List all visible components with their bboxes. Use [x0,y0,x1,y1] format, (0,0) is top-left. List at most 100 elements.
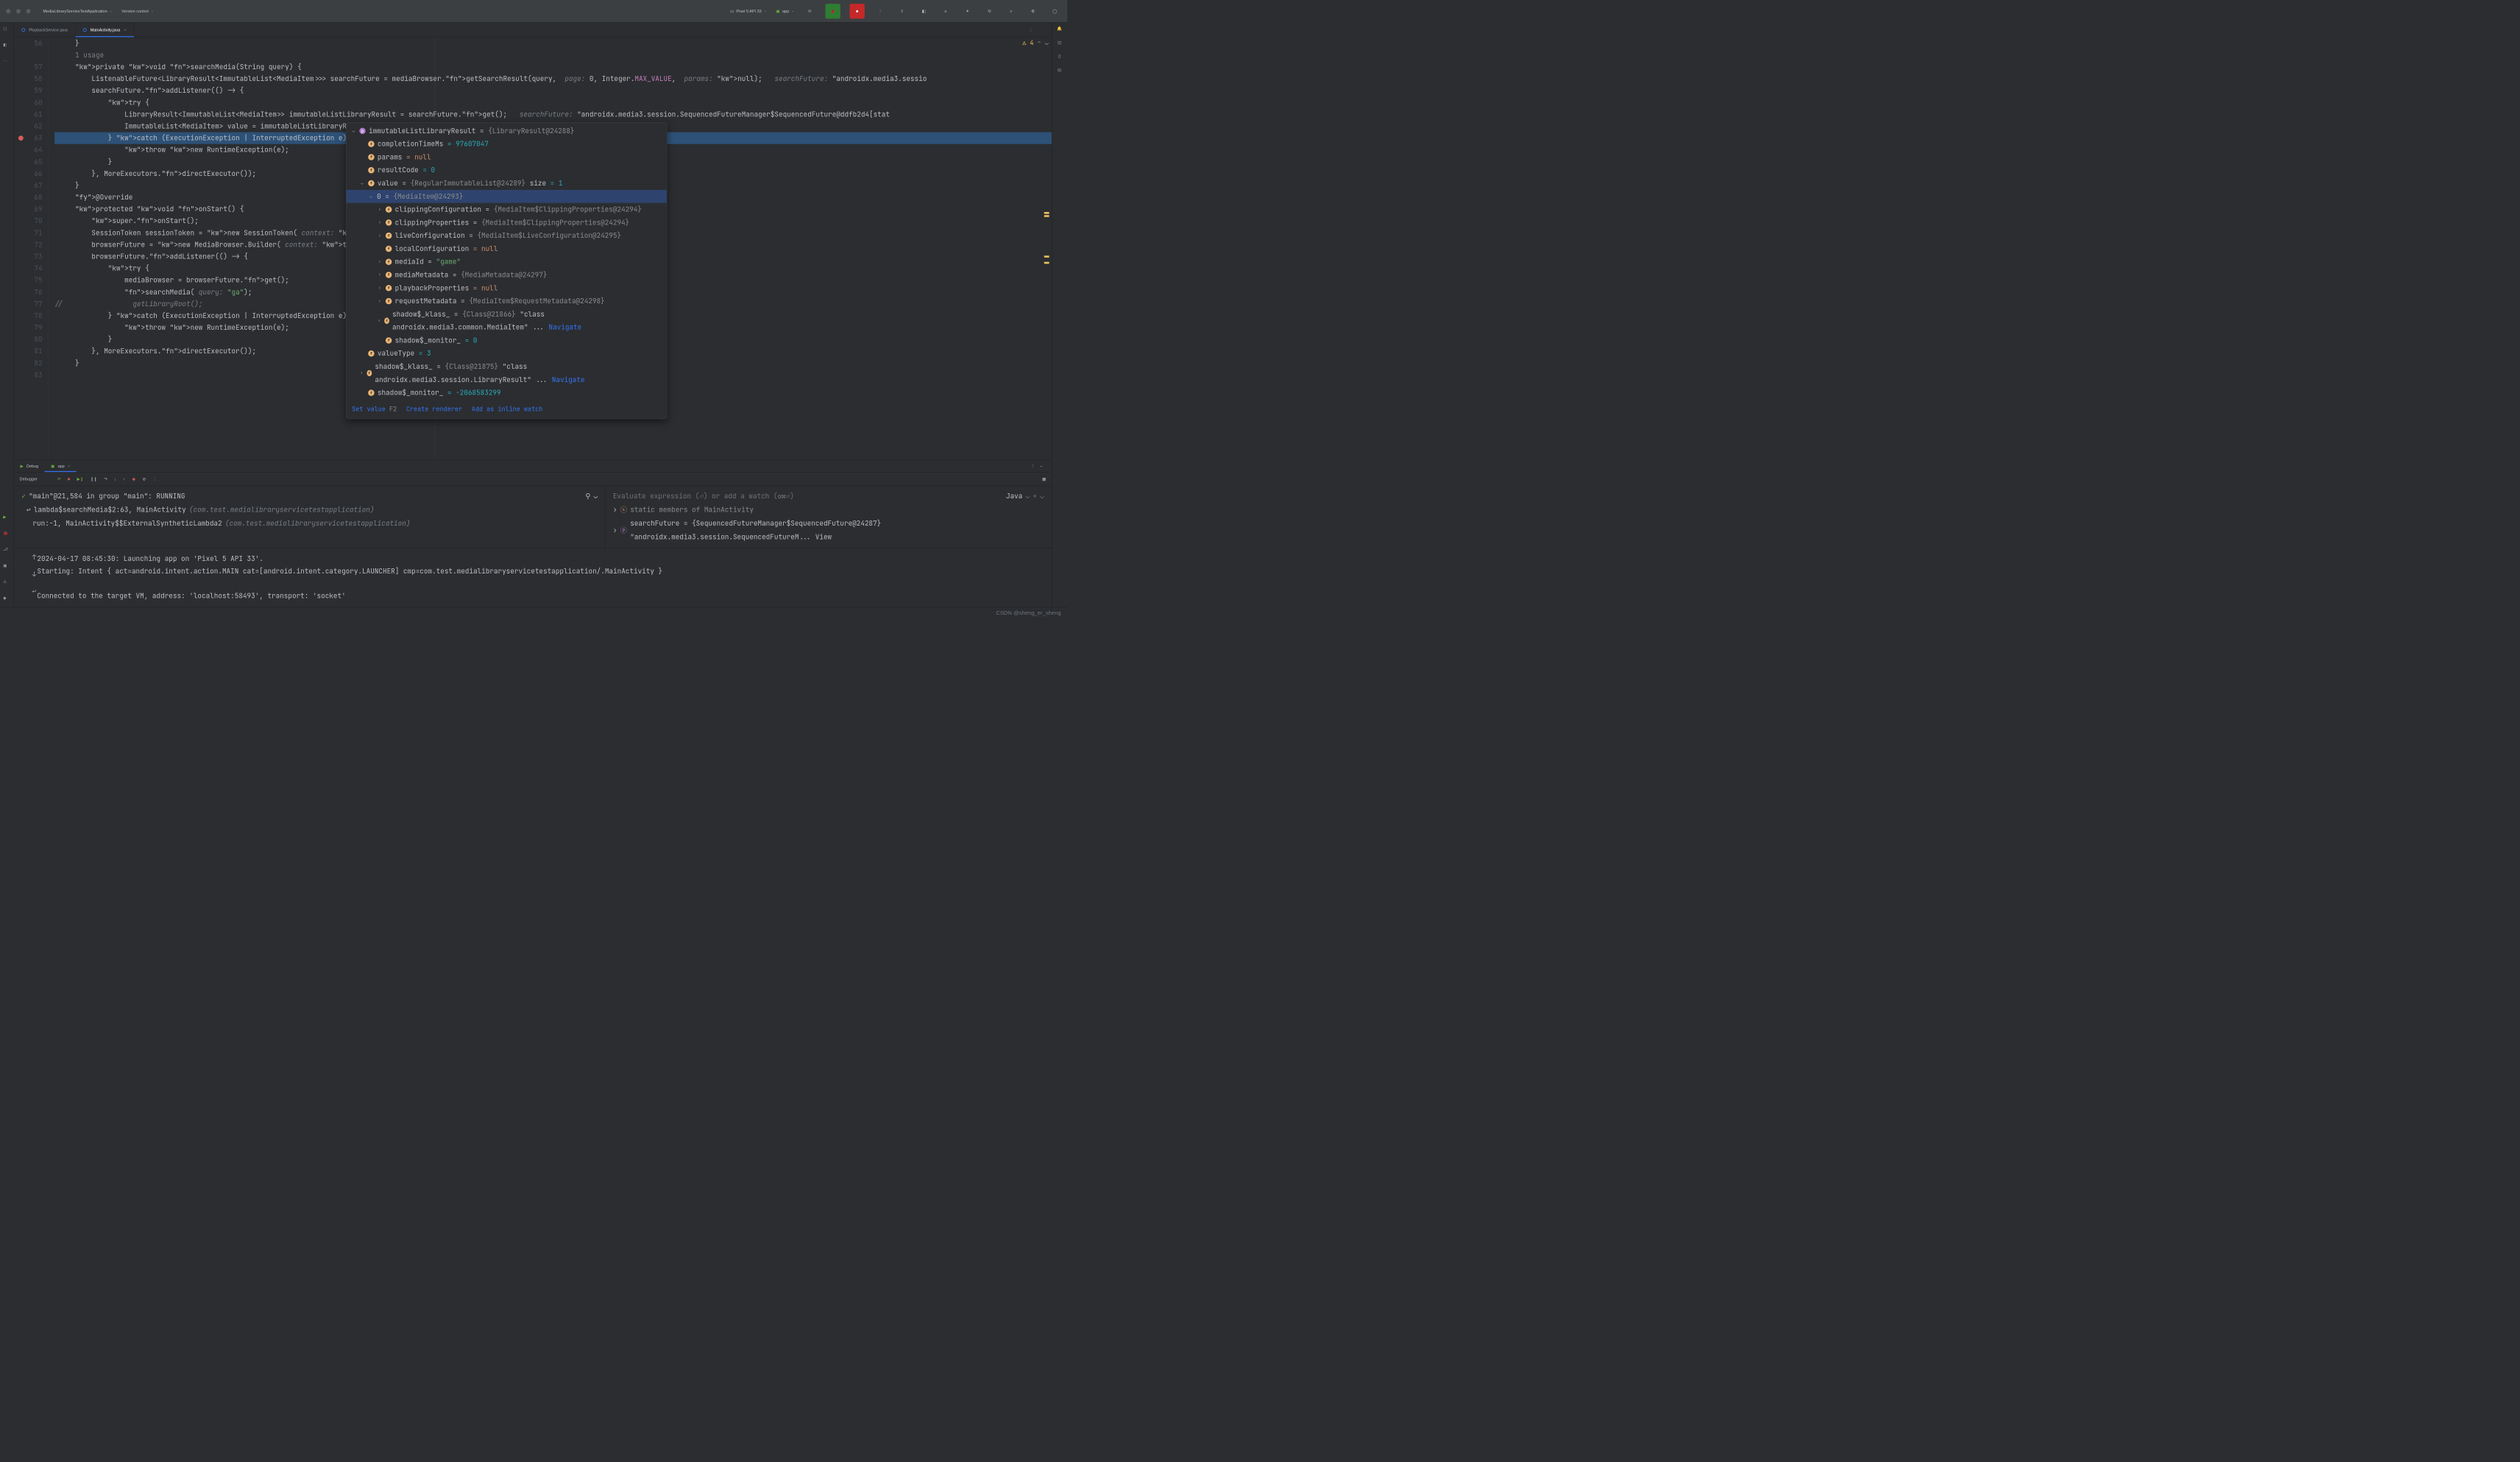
debug-tab-title[interactable]: ▶ Debug [14,460,45,473]
chevron-down-icon[interactable]: ⌄ [1040,489,1044,503]
more-icon[interactable]: ⋯ [3,59,10,66]
tree-row[interactable]: fcompletionTimeMs = 97607047 [347,138,667,151]
tree-row[interactable]: ›fmediaMetadata = {MediaMetadata@24297} [347,269,667,282]
tree-row[interactable]: fvalueType = 3 [347,347,667,360]
chevron-up-icon[interactable]: ⌃ [1037,39,1041,47]
pause-icon[interactable]: ❙❙ [91,476,97,481]
terminal-icon[interactable]: ▣ [3,563,10,571]
view-breakpoints-icon[interactable]: ◉ [132,476,135,481]
chevron-down-icon[interactable]: ⌄ [359,177,365,190]
git-update-icon[interactable]: ⇪ [896,5,908,18]
vars-panel[interactable]: Evaluate expression (⏎) or add a watch (… [606,486,1052,548]
chevron-down-icon[interactable]: ⌄ [1025,489,1030,503]
close-icon[interactable]: × [68,464,70,468]
tree-row[interactable]: ⌄pimmutableListLibraryResult = {LibraryR… [347,124,667,138]
tree-row[interactable]: fshadow$_monitor_ = -2068583299 [347,386,667,400]
up-icon[interactable]: ↑ [32,551,37,564]
more-icon[interactable]: ⋮ [152,476,157,481]
resume-icon[interactable]: ▶❙ [77,476,84,481]
vcs-dropdown[interactable]: Version control ⌄ [121,9,153,13]
stack-frame[interactable]: run:-1, MainActivity$$ExternalSyntheticL… [14,517,605,531]
down-icon[interactable]: ↓ [32,568,37,581]
code-line[interactable]: 1 usage [54,49,1052,61]
tree-row[interactable]: ›fshadow$_klass_ = {Class@21875} "class … [347,360,667,386]
zoom-icon[interactable] [26,9,31,13]
avatar-icon[interactable]: ◯ [1049,5,1061,18]
breakpoint-icon[interactable] [18,135,24,141]
code-line[interactable]: "kw">private "kw">void "fn">searchMedia(… [54,61,1052,73]
tab-mainactivity[interactable]: MainActivity.java × [75,22,134,37]
step-out-icon[interactable]: ↑ [123,477,125,481]
step-into-icon[interactable]: ↓ [114,477,116,481]
chevron-right-icon[interactable]: › [613,503,617,517]
chevron-down-icon[interactable]: ⌄ [350,124,356,138]
problems-icon[interactable]: ⚠ [3,579,10,587]
wrap-icon[interactable]: ↩ [32,585,37,597]
chevron-right-icon[interactable]: › [377,314,381,328]
emulator-icon[interactable]: ◱ [1058,67,1061,72]
code-line[interactable]: searchFuture."fn">addListener(() -> { [54,85,1052,96]
frames-panel[interactable]: ✓ "main"@21,584 in group "main": RUNNING… [14,486,606,548]
eval-row[interactable]: Evaluate expression (⏎) or add a watch (… [606,489,1052,503]
tree-row[interactable]: ›frequestMetadata = {MediaItem$RequestMe… [347,294,667,308]
chevron-right-icon[interactable]: › [377,203,383,216]
search-icon[interactable]: ⌕ [1005,5,1017,18]
device-dropdown[interactable]: ▭ Pixel 5 API 33 ⌄ [730,9,767,14]
var-row[interactable]: › ⓢ static members of MainActivity [606,503,1052,517]
tree-row[interactable]: ›fliveConfiguration = {MediaItem$LiveCon… [347,229,667,242]
tab-playback[interactable]: PlaybackService.java [14,22,75,37]
layout-icon[interactable]: ▦ [1042,476,1046,481]
code-line[interactable]: ListenableFuture<LibraryResult<Immutable… [54,73,1052,85]
chevron-right-icon[interactable]: › [377,255,383,269]
var-row[interactable]: › ⓟ searchFuture = {SequencedFutureManag… [606,517,1052,544]
code-line[interactable]: } [54,38,1052,49]
profiler-icon[interactable]: ◆ [3,596,10,603]
chevron-down-icon[interactable]: ⌄ [1045,39,1049,47]
debug-button[interactable]: 🐞 [825,4,840,18]
chevron-right-icon[interactable]: › [377,294,383,308]
tree-row[interactable]: ›fclippingProperties = {MediaItem$Clippi… [347,216,667,229]
value-tooltip[interactable]: ⌄pimmutableListLibraryResult = {LibraryR… [346,122,667,419]
project-dropdown[interactable]: MediaLibraryServiceTestApplication ⌄ [43,9,112,13]
debug-icon[interactable]: 🐞 [3,531,10,538]
stop-button[interactable]: ■ [849,4,864,18]
filter-icon[interactable]: ⚲ [585,489,590,503]
gradle-icon[interactable]: ◫ [1058,40,1061,45]
tree-row[interactable]: fparams = null [347,151,667,164]
structure-icon[interactable]: ◧ [3,43,10,50]
device-icon[interactable]: ▯ [1058,54,1061,59]
sync-icon[interactable]: ⟲ [983,5,996,18]
chevron-right-icon[interactable]: › [613,523,617,537]
tree-row[interactable]: ⌄fvalue = {RegularImmutableList@24289} s… [347,177,667,190]
stack-frame[interactable]: ↩ lambda$searchMedia$2:63, MainActivity … [14,503,605,517]
console[interactable]: ↑ ↓ ↩ 2024-04-17 08:45:30: Launching app… [14,548,1052,607]
minimize-icon[interactable] [16,9,21,13]
tree-row[interactable]: ⌄0 = {MediaItem@24293} [347,190,667,203]
rerun-icon[interactable]: ⟳ [57,476,61,481]
chevron-right-icon[interactable]: › [377,229,383,242]
chevron-right-icon[interactable]: › [377,281,383,294]
tree-row[interactable]: ›fclippingConfiguration = {MediaItem$Cli… [347,203,667,216]
run-icon[interactable]: ▶ [3,515,10,522]
close-icon[interactable]: × [124,27,126,32]
bell-icon[interactable]: 🔔 [1057,27,1062,32]
stop-icon[interactable]: ■ [68,477,70,481]
git-icon[interactable]: ⎇ [3,547,10,554]
tree-row[interactable]: fresultCode = 0 [347,163,667,177]
add-icon[interactable]: + [1033,489,1037,503]
chevron-right-icon[interactable]: › [377,216,383,229]
bug-icon[interactable]: ✶ [961,5,974,18]
tree-row[interactable]: ›fmediaId = "game" [347,255,667,269]
step-over-icon[interactable]: ↷ [104,476,107,481]
restart-button[interactable]: ⟳ [804,5,816,18]
add-watch-link[interactable]: Add as inline watch [472,403,543,416]
tree-row[interactable]: ›fplaybackProperties = null [347,281,667,294]
tree-row[interactable]: ›fshadow$_klass_ = {Class@21866} "class … [347,308,667,334]
more-button[interactable]: ⋮ [874,5,886,18]
gear-icon[interactable]: ⚙ [1027,5,1039,18]
minimize-icon[interactable]: – [1040,464,1042,468]
chevron-right-icon[interactable]: › [359,367,364,380]
code-with-me-icon[interactable]: ◧ [918,5,930,18]
tree-row[interactable]: flocalConfiguration = null [347,242,667,255]
tree-row[interactable]: fshadow$_monitor_ = 0 [347,334,667,347]
